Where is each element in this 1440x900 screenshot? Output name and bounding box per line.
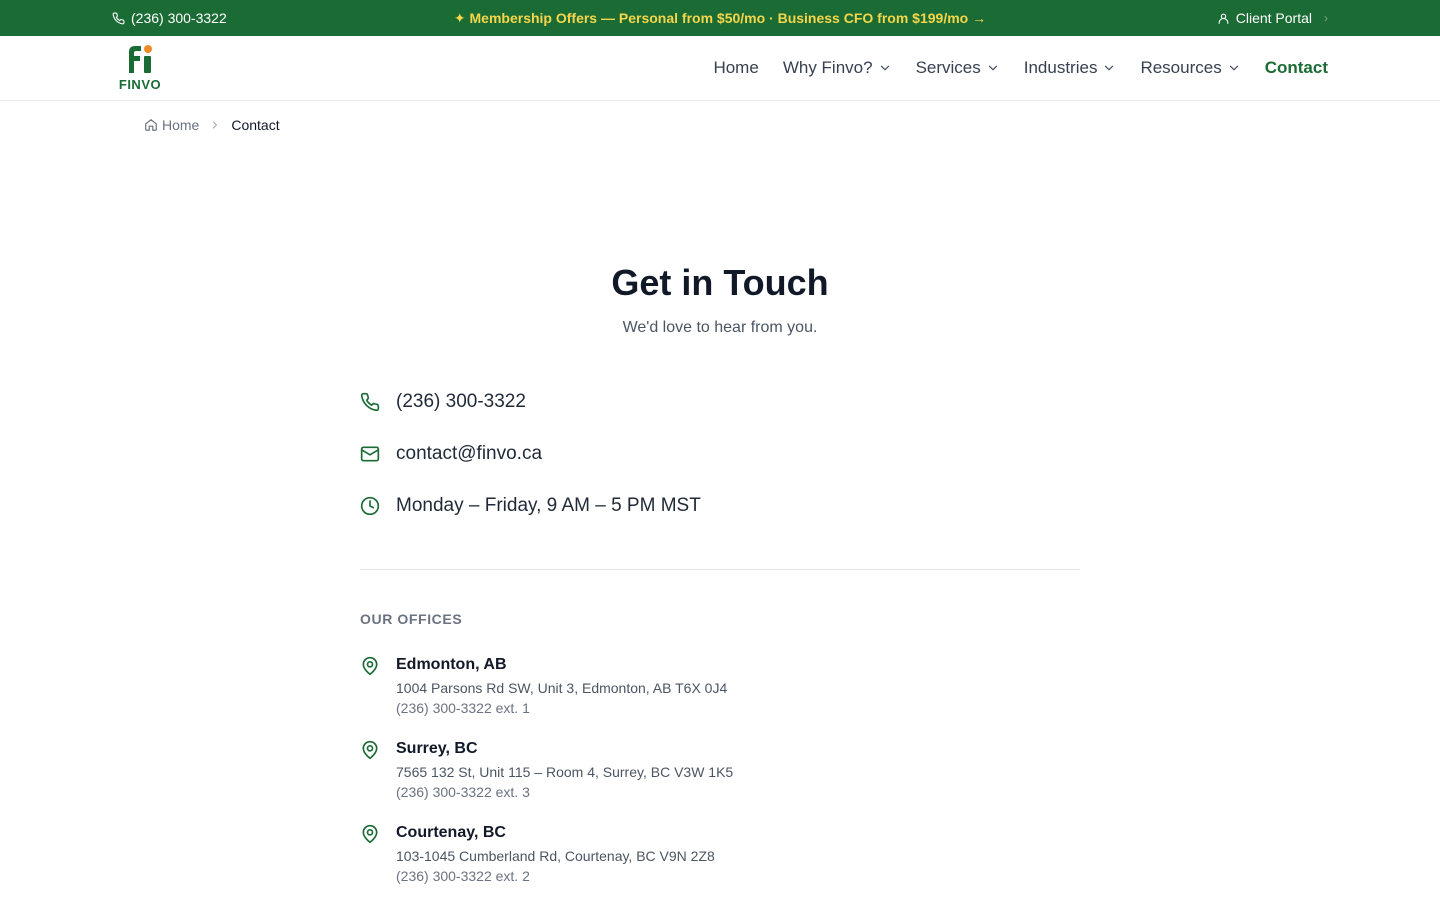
office-address: 103-1045 Cumberland Rd, Courtenay, BC V9… [396,848,715,864]
site-header: FINVO Home Why Finvo? Services Industrie… [0,36,1440,101]
contact-phone-text: (236) 300-3322 [396,391,526,412]
office-phone[interactable]: (236) 300-3322 ext. 2 [396,868,530,884]
map-pin-icon [362,740,378,760]
office-address: 7565 132 St, Unit 115 – Room 4, Surrey, … [396,764,734,780]
client-portal-link[interactable]: Client Portal › [1217,0,1328,36]
chevron-right-icon: › [1324,11,1328,25]
nav-why-finvo[interactable]: Why Finvo? [783,58,892,78]
office-phone[interactable]: (236) 300-3322 ext. 1 [396,700,530,716]
page-title: Get in Touch [611,262,829,303]
chevron-down-icon [880,65,889,71]
office-item: Courtenay, BC 103-1045 Cumberland Rd, Co… [360,824,1080,894]
contact-email-row[interactable]: contact@finvo.ca [360,443,542,465]
client-portal-label: Client Portal [1235,10,1312,26]
nav-home-label: Home [713,58,759,77]
nav-contact-label: Contact [1264,58,1328,77]
topbar-phone-link[interactable]: (236) 300-3322 [112,0,227,36]
contact-hours-row: Monday – Friday, 9 AM – 5 PM MST [360,495,701,517]
topbar-phone-text: (236) 300-3322 [131,10,227,26]
finvo-logo-mark-icon [129,45,152,73]
user-icon [1218,13,1229,24]
logo-wordmark: FINVO [118,77,162,92]
office-address: 1004 Parsons Rd SW, Unit 3, Edmonton, AB… [396,680,728,696]
phone-icon [112,12,125,24]
contact-email-text: contact@finvo.ca [396,443,543,464]
nav-why-finvo-label: Why Finvo? [782,58,873,77]
clock-icon [360,496,380,516]
nav-services[interactable]: Services [916,58,1000,78]
office-name: Edmonton, AB [396,656,507,673]
main-nav: Home Why Finvo? Services Industries Reso… [713,36,1328,100]
finvo-logo[interactable]: FINVO [117,44,163,94]
breadcrumb: Home Contact [144,117,280,133]
office-name: Courtenay, BC [396,824,506,841]
nav-industries-label: Industries [1023,58,1098,77]
membership-offers-link[interactable]: ✦ Membership Offers — Personal from $50/… [454,10,986,27]
map-pin-icon [362,824,378,844]
breadcrumb-home-label: Home [162,117,200,133]
chevron-down-icon [1229,65,1238,71]
office-phone[interactable]: (236) 300-3322 ext. 3 [396,784,530,800]
nav-resources[interactable]: Resources [1140,58,1240,78]
nav-home[interactable]: Home [713,58,758,78]
nav-resources-label: Resources [1140,58,1222,77]
section-divider [360,569,1080,570]
chevron-down-icon [988,65,997,71]
phone-icon [360,392,380,412]
nav-industries[interactable]: Industries [1024,58,1117,78]
contact-phone-row[interactable]: (236) 300-3322 [360,391,526,413]
breadcrumb-current: Contact [231,117,280,133]
nav-contact[interactable]: Contact [1265,58,1328,78]
nav-services-label: Services [915,58,981,77]
offices-heading: OUR OFFICES [360,611,463,627]
office-item: Edmonton, AB 1004 Parsons Rd SW, Unit 3,… [360,656,1080,726]
map-pin-icon [362,656,378,676]
contact-hours-text: Monday – Friday, 9 AM – 5 PM MST [396,495,701,516]
office-name: Surrey, BC [396,740,478,757]
chevron-down-icon [1105,65,1114,71]
chevron-right-icon [213,121,218,129]
announcement-bar: (236) 300-3322 ✦ Membership Offers — Per… [0,0,1440,36]
page-subtitle: We'd love to hear from you. [622,319,818,336]
home-icon [145,119,157,131]
breadcrumb-home-link[interactable]: Home [144,117,199,133]
office-item: Surrey, BC 7565 132 St, Unit 115 – Room … [360,740,1080,810]
mail-icon [360,446,380,462]
